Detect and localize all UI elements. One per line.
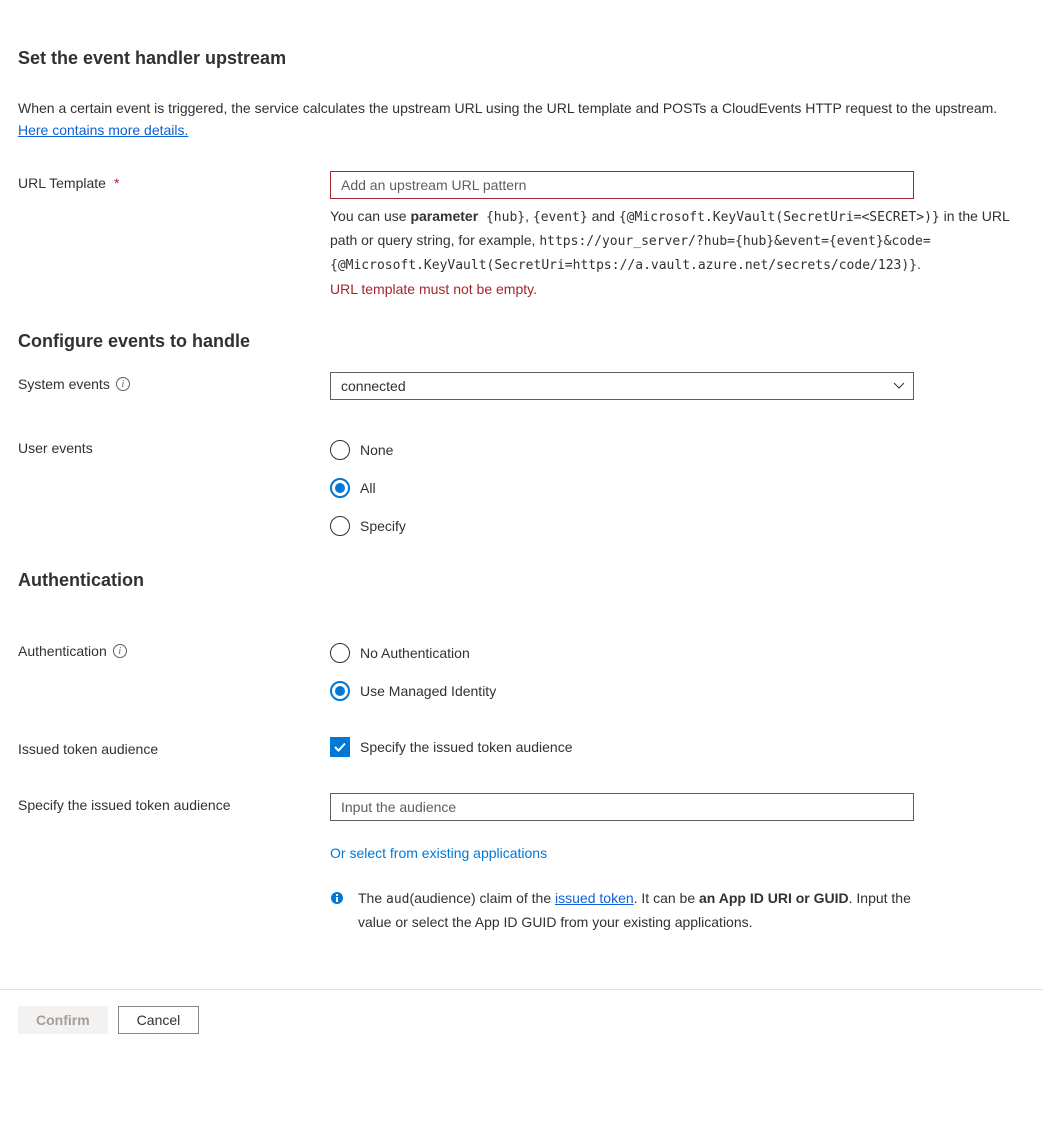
- audience-input[interactable]: [330, 793, 914, 821]
- label-specify-audience-text: Specify the issued token audience: [18, 797, 230, 813]
- url-help-seg1: You can use: [330, 208, 410, 224]
- checkbox-specify-audience[interactable]: Specify the issued token audience: [330, 737, 1020, 757]
- label-issued-token-text: Issued token audience: [18, 741, 158, 757]
- url-help-code2: {event}: [533, 210, 588, 225]
- system-events-value: connected: [341, 378, 406, 394]
- intro-text: When a certain event is triggered, the s…: [18, 97, 1025, 141]
- intro-details-link[interactable]: Here contains more details.: [18, 122, 188, 138]
- info-bullet-icon: [330, 891, 344, 905]
- checkbox-specify-audience-label: Specify the issued token audience: [360, 739, 572, 755]
- radio-auth-none-label: No Authentication: [360, 645, 470, 661]
- intro-text-body: When a certain event is triggered, the s…: [18, 100, 997, 116]
- radio-circle-icon: [330, 440, 350, 460]
- label-system-events-text: System events: [18, 376, 110, 392]
- url-template-input[interactable]: [330, 171, 914, 199]
- checkbox-checked-icon: [330, 737, 350, 757]
- system-events-dropdown[interactable]: connected: [330, 372, 914, 400]
- info-icon[interactable]: i: [116, 377, 130, 391]
- note-bold: an App ID URI or GUID: [699, 890, 849, 906]
- label-user-events-text: User events: [18, 440, 93, 456]
- url-template-help: You can use parameter {hub}, {event} and…: [330, 205, 1010, 277]
- label-system-events: System events i: [18, 372, 330, 392]
- chevron-down-icon: [893, 380, 905, 392]
- note-seg1: The: [358, 890, 386, 906]
- heading-events: Configure events to handle: [18, 331, 1025, 352]
- radio-auth-managed[interactable]: Use Managed Identity: [330, 681, 1020, 701]
- audience-note: The aud(audience) claim of the issued to…: [358, 887, 914, 933]
- url-help-mid2: and: [588, 208, 619, 224]
- radio-circle-icon: [330, 516, 350, 536]
- select-existing-app-link[interactable]: Or select from existing applications: [330, 845, 547, 861]
- radio-circle-icon: [330, 643, 350, 663]
- page-title: Set the event handler upstream: [18, 48, 1025, 69]
- radio-user-none-label: None: [360, 442, 393, 458]
- url-help-bold: parameter: [410, 208, 478, 224]
- note-seg2: (audience) claim of the: [410, 890, 556, 906]
- radio-user-specify-label: Specify: [360, 518, 406, 534]
- radio-user-specify[interactable]: Specify: [330, 516, 1020, 536]
- heading-auth: Authentication: [18, 570, 1025, 591]
- label-specify-audience: Specify the issued token audience: [18, 793, 330, 813]
- url-help-mid1: ,: [525, 208, 533, 224]
- label-authentication: Authentication i: [18, 639, 330, 659]
- cancel-button[interactable]: Cancel: [118, 1006, 200, 1034]
- confirm-button[interactable]: Confirm: [18, 1006, 108, 1034]
- issued-token-link[interactable]: issued token: [555, 890, 634, 906]
- label-user-events: User events: [18, 436, 330, 456]
- url-help-code1: {hub}: [478, 210, 525, 225]
- required-indicator: *: [114, 175, 119, 191]
- url-help-end: .: [917, 256, 921, 272]
- radio-user-all-label: All: [360, 480, 376, 496]
- radio-user-all[interactable]: All: [330, 478, 1020, 498]
- url-template-error: URL template must not be empty.: [330, 281, 1020, 297]
- label-url-template-text: URL Template: [18, 175, 106, 191]
- info-icon[interactable]: i: [113, 644, 127, 658]
- note-seg3: . It can be: [634, 890, 699, 906]
- label-url-template: URL Template *: [18, 171, 330, 191]
- radio-circle-icon: [330, 478, 350, 498]
- radio-auth-none[interactable]: No Authentication: [330, 643, 1020, 663]
- note-code: aud: [386, 892, 409, 907]
- radio-circle-icon: [330, 681, 350, 701]
- radio-user-none[interactable]: None: [330, 440, 1020, 460]
- label-authentication-text: Authentication: [18, 643, 107, 659]
- radio-auth-managed-label: Use Managed Identity: [360, 683, 496, 699]
- url-help-code3: {@Microsoft.KeyVault(SecretUri=<SECRET>)…: [619, 210, 940, 225]
- label-issued-token: Issued token audience: [18, 737, 330, 757]
